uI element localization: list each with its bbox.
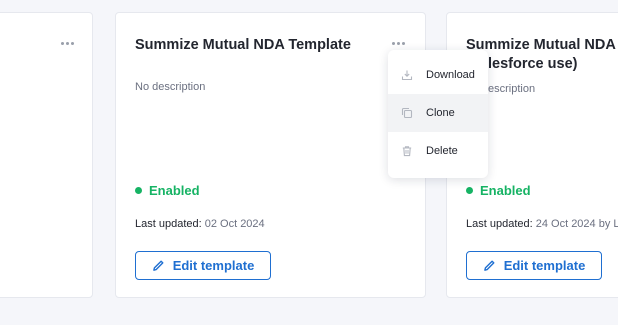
download-icon bbox=[401, 70, 413, 81]
edit-template-label: Edit template bbox=[172, 258, 255, 273]
menu-item-label: Delete bbox=[426, 145, 458, 157]
template-card bbox=[0, 12, 93, 298]
status-label: Enabled bbox=[149, 183, 200, 198]
status-label: Enabled bbox=[480, 183, 531, 198]
status-dot-icon bbox=[135, 187, 142, 194]
status-badge: Enabled bbox=[135, 183, 200, 198]
menu-item-download[interactable]: Download bbox=[388, 56, 488, 94]
last-updated-value: 02 Oct 2024 bbox=[204, 218, 265, 230]
pencil-icon bbox=[152, 260, 164, 271]
trash-icon bbox=[402, 146, 412, 157]
more-options-icon[interactable] bbox=[388, 35, 408, 51]
last-updated: Last updated: 02 Oct 2024 bbox=[135, 218, 265, 230]
template-card: Summize Mutual NDA Template No descripti… bbox=[115, 12, 426, 298]
card-description: No description bbox=[135, 81, 206, 93]
status-dot-icon bbox=[466, 187, 473, 194]
edit-template-button[interactable]: Edit template bbox=[466, 251, 602, 280]
menu-item-delete[interactable]: Delete bbox=[388, 132, 488, 170]
pencil-icon bbox=[483, 260, 495, 271]
card-title: Summize Mutual NDA bbox=[466, 37, 616, 53]
last-updated-label: Last updated: bbox=[466, 218, 533, 230]
last-updated-label: Last updated: bbox=[135, 218, 202, 230]
card-description: escription bbox=[488, 83, 536, 95]
card-title: Summize Mutual NDA Template bbox=[135, 37, 351, 53]
card-title-continued: lesforce use) bbox=[488, 56, 578, 72]
clone-icon bbox=[401, 107, 413, 119]
menu-item-label: Clone bbox=[426, 107, 455, 119]
menu-item-clone[interactable]: Clone bbox=[388, 94, 488, 132]
last-updated-value: 24 Oct 2024 by L bbox=[535, 218, 618, 230]
status-badge: Enabled bbox=[466, 183, 531, 198]
card-options-menu: Download Clone Delete bbox=[388, 50, 488, 178]
more-options-icon[interactable] bbox=[57, 35, 77, 51]
edit-template-label: Edit template bbox=[503, 258, 586, 273]
menu-item-label: Download bbox=[426, 69, 475, 81]
edit-template-button[interactable]: Edit template bbox=[135, 251, 271, 280]
last-updated: Last updated: 24 Oct 2024 by L bbox=[466, 218, 618, 230]
